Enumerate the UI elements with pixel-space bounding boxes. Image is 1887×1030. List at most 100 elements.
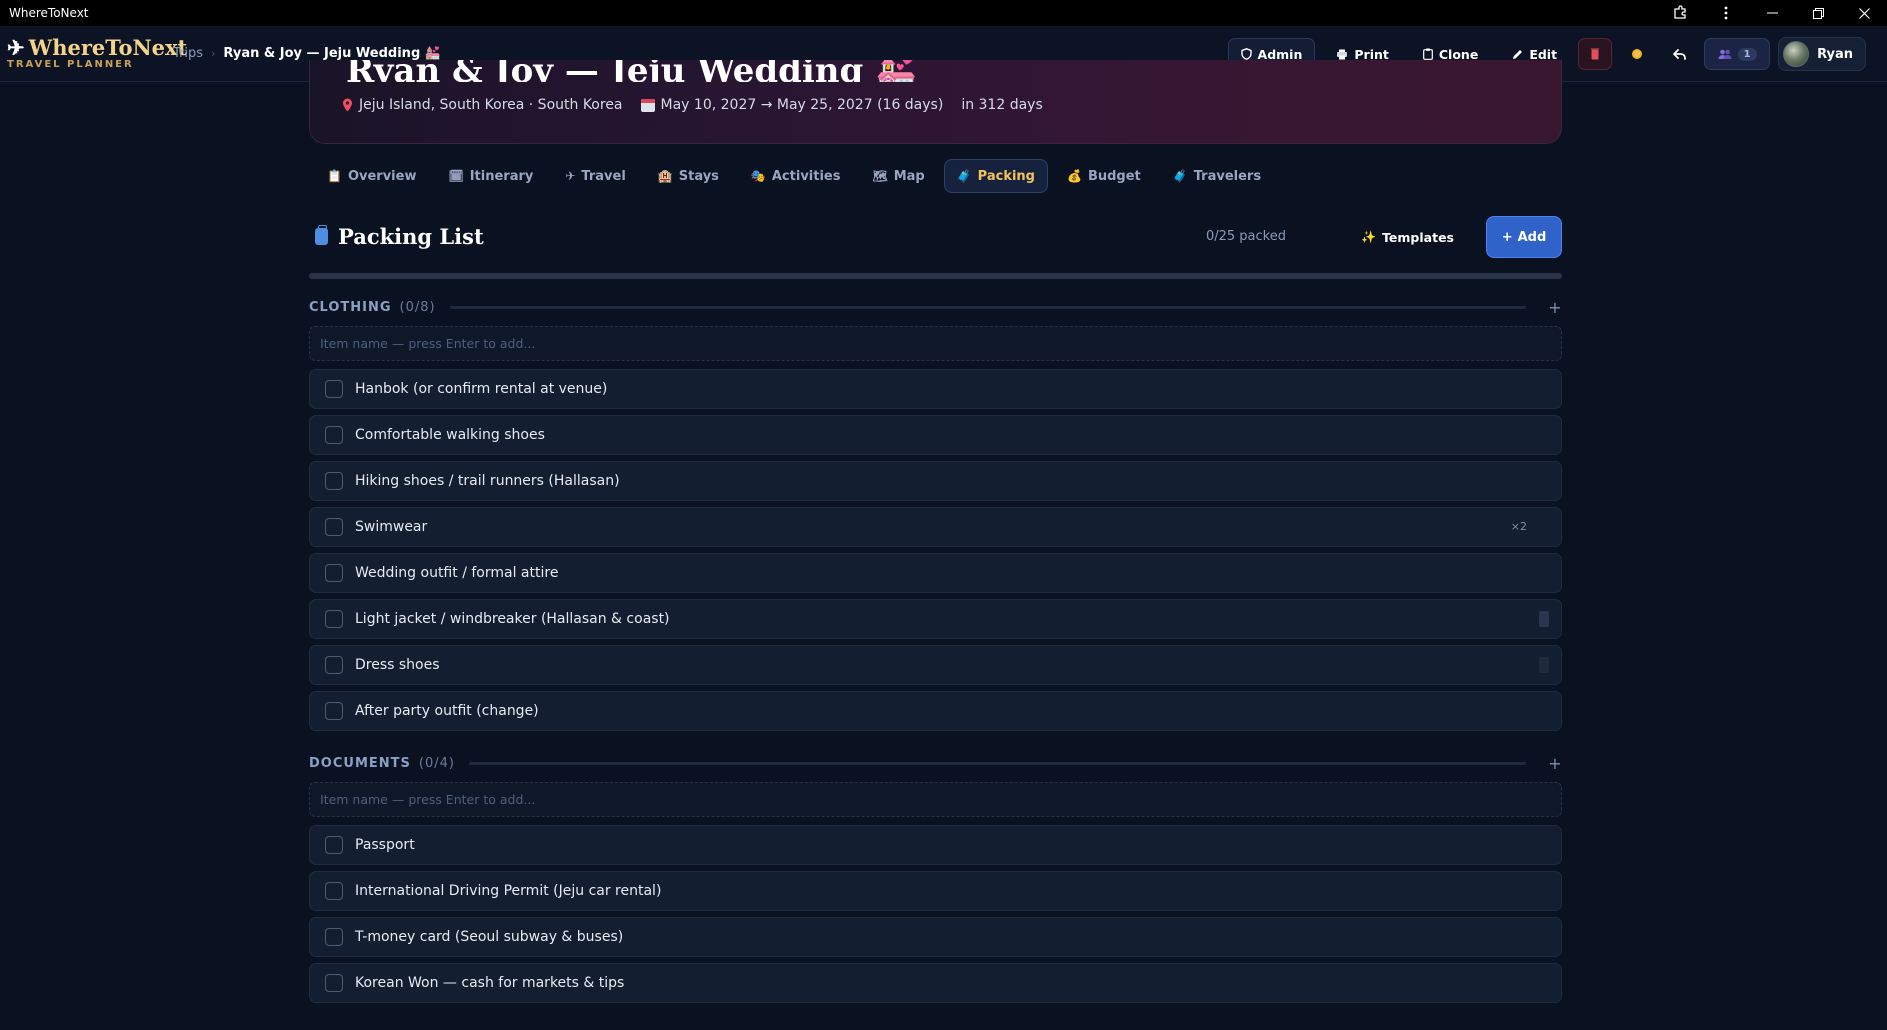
tab-budget[interactable]: 💰 Budget xyxy=(1054,159,1154,193)
item-checkbox[interactable] xyxy=(325,518,343,536)
map-icon: 🗺 xyxy=(872,169,888,183)
trip-title: Ryan & Joy — Jeju Wedding 💒 xyxy=(346,60,918,82)
packing-item[interactable]: Dress shoes xyxy=(309,645,1562,685)
item-checkbox[interactable] xyxy=(325,656,343,674)
close-icon[interactable] xyxy=(1841,0,1887,26)
tab-overview[interactable]: 📋 Overview xyxy=(314,159,429,193)
chevron-right-icon: › xyxy=(211,47,216,60)
brand-logo[interactable]: ✈ WhereToNext TRAVEL PLANNER xyxy=(7,35,188,70)
item-checkbox[interactable] xyxy=(325,974,343,992)
item-label: Light jacket / windbreaker (Hallasan & c… xyxy=(355,611,670,627)
packing-item[interactable]: Wedding outfit / formal attire xyxy=(309,553,1562,593)
back-button[interactable] xyxy=(1662,38,1696,70)
item-delete-handle[interactable] xyxy=(1539,657,1549,673)
item-label: International Driving Permit (Jeju car r… xyxy=(355,883,662,899)
item-checkbox[interactable] xyxy=(325,564,343,582)
tab-travel[interactable]: ✈ Travel xyxy=(552,159,638,193)
packing-item[interactable]: T-money card (Seoul subway & buses) xyxy=(309,917,1562,957)
avatar xyxy=(1783,41,1810,67)
brand-name: WhereToNext xyxy=(28,35,188,60)
packing-item[interactable]: Comfortable walking shoes xyxy=(309,415,1562,455)
tab-activities[interactable]: 🎭 Activities xyxy=(738,159,854,193)
user-menu[interactable]: Ryan xyxy=(1778,37,1866,71)
theater-masks-icon: 🎭 xyxy=(750,169,766,183)
plus-icon: + xyxy=(1501,229,1513,245)
item-label: Dress shoes xyxy=(355,657,440,673)
plane-icon: ✈ xyxy=(565,169,576,183)
plane-icon: ✈ xyxy=(7,35,25,60)
item-label: Korean Won — cash for markets & tips xyxy=(355,975,625,991)
hotel-icon: 🏨 xyxy=(657,169,673,183)
category-header-documents: DOCUMENTS (0/4) + xyxy=(309,753,1562,773)
breadcrumb: Trips › Ryan & Joy — Jeju Wedding 💒 xyxy=(173,46,441,61)
item-label: Wedding outfit / formal attire xyxy=(355,565,559,581)
packing-item[interactable]: Hiking shoes / trail runners (Hallasan) xyxy=(309,461,1562,501)
item-delete-handle[interactable] xyxy=(1539,611,1549,627)
add-item-button[interactable]: + Add xyxy=(1486,216,1562,258)
trip-tabs: 📋 Overview 🗓 Itinerary ✈ Travel 🏨 Stays 🎭 Act… xyxy=(314,159,1274,193)
item-label: Hanbok (or confirm rental at venue) xyxy=(355,381,608,397)
category-header-clothing: CLOTHING (0/8) + xyxy=(309,297,1562,317)
tab-travelers[interactable]: 🧳 Travelers xyxy=(1160,159,1274,193)
people-icon xyxy=(1718,49,1732,59)
minimize-icon[interactable] xyxy=(1749,0,1795,26)
item-checkbox[interactable] xyxy=(325,928,343,946)
item-label: After party outfit (change) xyxy=(355,703,539,719)
packed-count: 0/25 packed xyxy=(1205,229,1286,244)
pencil-icon xyxy=(1513,49,1523,59)
item-quantity: ×2 xyxy=(1510,520,1527,533)
packing-item[interactable]: Light jacket / windbreaker (Hallasan & c… xyxy=(309,599,1562,639)
trip-dates: May 10, 2027 → May 25, 2027 (16 days) xyxy=(660,97,944,113)
money-bag-icon: 💰 xyxy=(1067,169,1082,183)
theme-toggle-button[interactable] xyxy=(1620,38,1654,70)
item-checkbox[interactable] xyxy=(325,426,343,444)
collaborators-button[interactable]: 1 xyxy=(1704,38,1771,70)
sun-icon xyxy=(1632,49,1643,59)
packing-item[interactable]: International Driving Permit (Jeju car r… xyxy=(309,871,1562,911)
tab-packing[interactable]: 🧳 Packing xyxy=(943,159,1048,193)
printer-icon xyxy=(1337,49,1348,59)
tab-stays[interactable]: 🏨 Stays xyxy=(645,159,732,193)
category-divider xyxy=(468,761,1526,765)
breadcrumb-current: Ryan & Joy — Jeju Wedding 💒 xyxy=(223,46,441,61)
calendar-icon: 🗓 xyxy=(448,169,464,183)
add-to-category-icon[interactable]: + xyxy=(1548,298,1562,317)
item-checkbox[interactable] xyxy=(325,836,343,854)
item-label: Swimwear xyxy=(355,519,428,535)
trip-countdown: in 312 days xyxy=(961,97,1043,113)
tab-itinerary[interactable]: 🗓 Itinerary xyxy=(435,159,546,193)
trip-hero: Ryan & Joy — Jeju Wedding 💒 Jeju Island,… xyxy=(309,60,1562,144)
item-checkbox[interactable] xyxy=(325,610,343,628)
packing-item[interactable]: Swimwear ×2 xyxy=(309,507,1562,547)
clipboard-icon: 📋 xyxy=(327,169,342,183)
window-titlebar: WhereToNext xyxy=(0,0,1887,26)
item-checkbox[interactable] xyxy=(325,882,343,900)
restore-icon[interactable] xyxy=(1795,0,1841,26)
calendar-icon xyxy=(640,98,655,112)
delete-trip-button[interactable] xyxy=(1578,38,1613,70)
extensions-icon[interactable] xyxy=(1657,0,1703,26)
item-checkbox[interactable] xyxy=(325,472,343,490)
trip-meta: Jeju Island, South Korea · South Korea M… xyxy=(342,97,1043,113)
add-item-input-clothing[interactable] xyxy=(309,326,1562,361)
map-pin-icon xyxy=(343,98,352,112)
item-label: Passport xyxy=(355,837,415,853)
add-item-input-documents[interactable] xyxy=(309,782,1562,817)
packing-item[interactable]: After party outfit (change) xyxy=(309,691,1562,731)
item-label: Comfortable walking shoes xyxy=(355,427,545,443)
user-name: Ryan xyxy=(1817,46,1853,62)
brand-subtitle: TRAVEL PLANNER xyxy=(7,59,134,70)
more-vertical-icon[interactable] xyxy=(1703,0,1749,26)
packing-item[interactable]: Korean Won — cash for markets & tips xyxy=(309,963,1562,1003)
packing-item[interactable]: Passport xyxy=(309,825,1562,865)
packing-item[interactable]: Hanbok (or confirm rental at venue) xyxy=(309,369,1562,409)
templates-button[interactable]: ✨ Templates xyxy=(1351,220,1464,254)
collaborators-count: 1 xyxy=(1737,47,1757,61)
add-to-category-icon[interactable]: + xyxy=(1548,754,1562,773)
undo-arrow-icon xyxy=(1672,48,1686,60)
window-controls xyxy=(1657,0,1887,26)
item-checkbox[interactable] xyxy=(325,702,343,720)
tab-map[interactable]: 🗺 Map xyxy=(859,159,937,193)
item-checkbox[interactable] xyxy=(325,380,343,398)
breadcrumb-trips-link[interactable]: Trips xyxy=(173,46,203,61)
